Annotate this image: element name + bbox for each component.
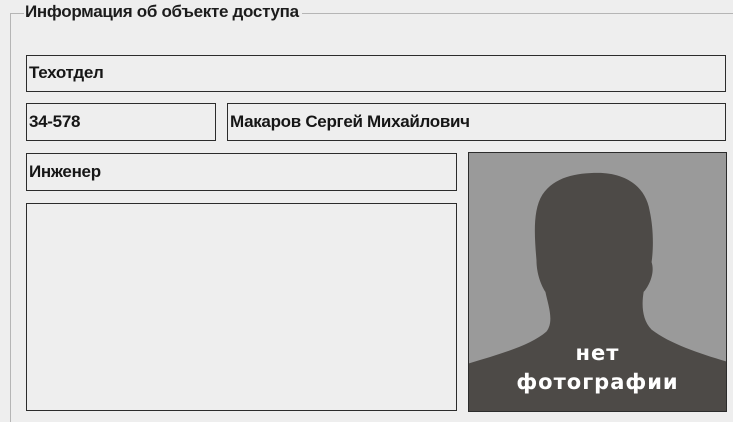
group-title: Информация об объекте доступа	[24, 2, 302, 22]
position-field[interactable]: Инженер	[26, 153, 457, 191]
no-photo-caption-line1: нет	[575, 341, 620, 365]
notes-field[interactable]	[26, 203, 457, 411]
personnel-number-field[interactable]: 34-578	[26, 103, 216, 141]
no-photo-caption-line2: фотографии	[516, 370, 679, 394]
no-photo-caption: нет фотографии	[469, 339, 726, 397]
department-field[interactable]: Техотдел	[26, 55, 726, 92]
full-name-field[interactable]: Макаров Сергей Михайлович	[227, 103, 726, 141]
photo-panel[interactable]: нет фотографии	[468, 152, 727, 412]
